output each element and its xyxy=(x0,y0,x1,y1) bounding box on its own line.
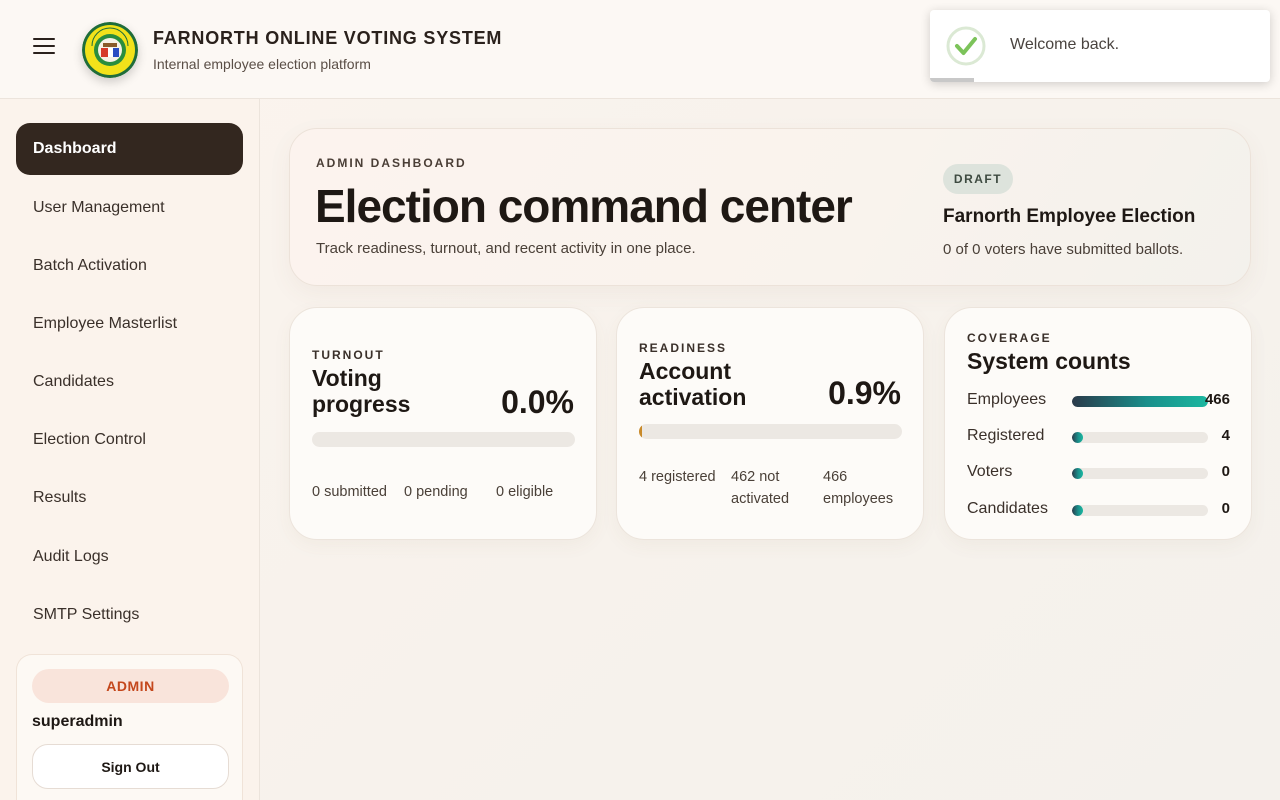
turnout-title-line1: Voting xyxy=(312,365,382,391)
user-card: ADMIN superadmin Sign Out xyxy=(16,654,243,800)
count-bar-fill xyxy=(1072,468,1083,479)
sidebar-item-election-control[interactable]: Election Control xyxy=(16,414,243,466)
count-label: Registered xyxy=(967,427,1045,444)
count-label: Voters xyxy=(967,463,1013,480)
readiness-percent: 0.9% xyxy=(828,375,901,411)
coverage-eyebrow: COVERAGE xyxy=(967,331,1052,345)
count-row-candidates: Candidates 0 xyxy=(967,500,1230,520)
welcome-toast[interactable]: Welcome back. xyxy=(930,10,1270,82)
turnout-eligible: 0 eligible xyxy=(496,484,554,500)
count-bar xyxy=(1072,432,1208,443)
sidebar-item-dashboard[interactable]: Dashboard xyxy=(16,123,243,175)
count-value: 0 xyxy=(1221,500,1230,517)
sidebar-item-candidates[interactable]: Candidates xyxy=(16,356,243,408)
election-name: Farnorth Employee Election xyxy=(943,206,1196,227)
turnout-card: TURNOUT Voting progress 0.0% 0 submitted… xyxy=(289,307,597,540)
readiness-employees-line2: employees xyxy=(823,491,894,507)
readiness-progress-bar xyxy=(639,424,902,439)
readiness-not-activated-line1: 462 not xyxy=(731,469,780,485)
sidebar-item-results[interactable]: Results xyxy=(16,472,243,524)
check-circle-icon xyxy=(946,26,986,66)
app-subtitle: Internal employee election platform xyxy=(153,56,371,72)
count-bar xyxy=(1072,505,1208,516)
turnout-title: Voting progress xyxy=(312,365,410,417)
readiness-registered: 4 registered xyxy=(639,469,716,485)
readiness-title: Account activation xyxy=(639,358,746,410)
turnout-title-line2: progress xyxy=(312,391,411,417)
toast-progress-bar xyxy=(930,78,974,82)
readiness-employees: 466 employees xyxy=(823,466,893,510)
coverage-card: COVERAGE System counts Employees 466 Reg… xyxy=(944,307,1252,540)
readiness-title-line1: Account xyxy=(639,358,731,384)
sidebar: Dashboard User Management Batch Activati… xyxy=(0,99,260,800)
readiness-employees-line1: 466 xyxy=(823,469,848,485)
username: superadmin xyxy=(32,713,123,730)
count-value: 0 xyxy=(1221,463,1230,480)
toast-message: Welcome back. xyxy=(1010,36,1120,53)
readiness-title-line2: activation xyxy=(639,384,747,410)
turnout-percent: 0.0% xyxy=(501,384,574,420)
app-title: FARNORTH ONLINE VOTING SYSTEM xyxy=(153,28,503,48)
turnout-pending: 0 pending xyxy=(404,484,468,500)
count-label: Candidates xyxy=(967,500,1048,517)
readiness-progress-fill xyxy=(639,424,642,439)
sidebar-item-user-management[interactable]: User Management xyxy=(16,182,243,234)
count-label: Employees xyxy=(967,391,1047,408)
readiness-card: READINESS Account activation 0.9% 4 regi… xyxy=(616,307,924,540)
count-row-registered: Registered 4 xyxy=(967,427,1230,447)
turnout-submitted: 0 submitted xyxy=(312,484,387,500)
turnout-progress-bar xyxy=(312,432,575,447)
turnout-eyebrow: TURNOUT xyxy=(312,348,385,362)
sidebar-item-audit-logs[interactable]: Audit Logs xyxy=(16,531,243,583)
page-subtitle: Track readiness, turnout, and recent act… xyxy=(316,240,696,257)
election-summary: 0 of 0 voters have submitted ballots. xyxy=(943,241,1184,258)
count-row-employees: Employees 466 xyxy=(967,391,1230,411)
readiness-not-activated: 462 not activated xyxy=(731,466,789,510)
readiness-not-activated-line2: activated xyxy=(731,491,790,507)
count-row-voters: Voters 0 xyxy=(967,463,1230,483)
count-bar-fill xyxy=(1072,396,1208,407)
organization-logo xyxy=(82,22,138,78)
count-bar xyxy=(1072,468,1208,479)
menu-icon[interactable] xyxy=(33,38,55,58)
election-status-badge: DRAFT xyxy=(943,164,1013,194)
sidebar-item-employee-masterlist[interactable]: Employee Masterlist xyxy=(16,298,243,350)
role-badge: ADMIN xyxy=(32,669,229,703)
coverage-title: System counts xyxy=(967,348,1131,374)
dashboard-hero: ADMIN DASHBOARD Election command center … xyxy=(289,128,1251,286)
count-bar-fill xyxy=(1072,432,1083,443)
readiness-eyebrow: READINESS xyxy=(639,341,728,355)
sign-out-button[interactable]: Sign Out xyxy=(32,744,229,789)
count-bar xyxy=(1072,396,1208,407)
sidebar-item-batch-activation[interactable]: Batch Activation xyxy=(16,240,243,292)
count-bar-fill xyxy=(1072,505,1083,516)
hero-eyebrow: ADMIN DASHBOARD xyxy=(316,156,467,170)
count-value: 466 xyxy=(1204,391,1230,408)
count-value: 4 xyxy=(1221,427,1230,444)
sidebar-item-smtp-settings[interactable]: SMTP Settings xyxy=(16,589,243,641)
page-title: Election command center xyxy=(315,180,853,232)
